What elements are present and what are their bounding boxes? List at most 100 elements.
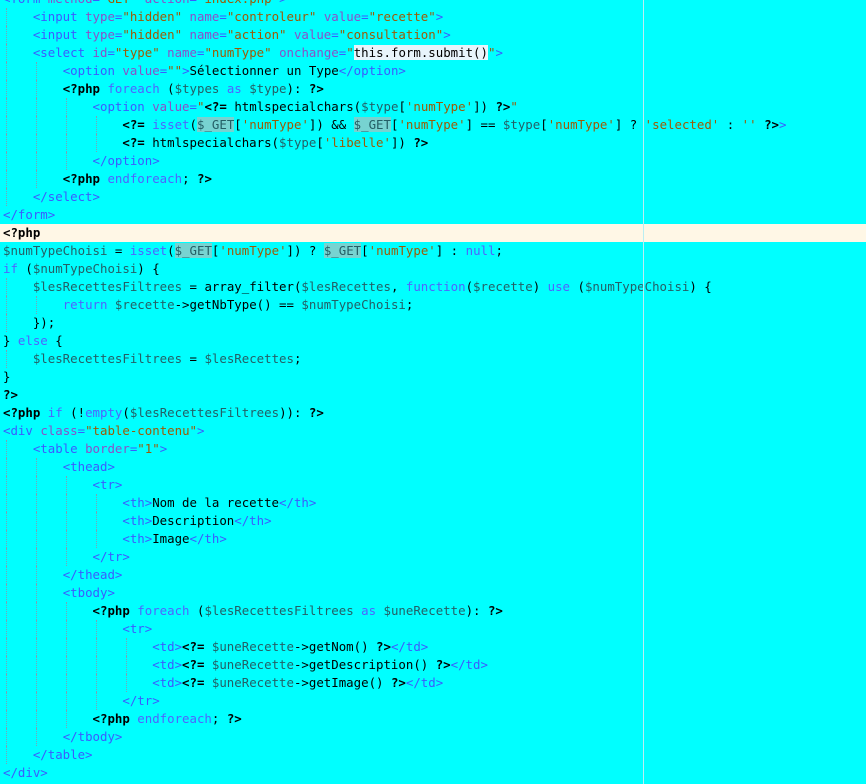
code-line[interactable]: } [0,368,866,386]
code-line[interactable]: <tr> [0,476,866,494]
code-line[interactable]: </div> [0,764,866,782]
code-line[interactable]: $numTypeChoisi = isset($_GET['numType'])… [0,242,866,260]
code-token: $numTypeChoisi [32,261,138,276]
code-editor[interactable]: <form method="GET" action="index.php"> <… [0,0,866,784]
indent-guide [6,80,7,98]
code-token: name [189,27,220,42]
code-line[interactable]: <td><?= $uneRecette->getImage() ?></td> [0,674,866,692]
code-token: null [465,243,496,258]
indent-guide [35,674,37,692]
code-token: [ [316,135,324,150]
indent-guide [65,134,67,152]
code-line[interactable]: </form> [0,206,866,224]
code-token: <?= [182,675,212,690]
code-line[interactable]: <th>Description</th> [0,512,866,530]
code-token: -> [293,639,309,654]
code-line[interactable]: <tr> [0,620,866,638]
indent-guide [6,530,7,548]
code-token: <?= [122,117,153,132]
code-line[interactable]: <option value= " <?= htmlspecialchars($typ… [0,98,866,116]
indent-guide [65,710,67,728]
indent-guide [35,170,37,188]
code-token: )): [279,405,309,420]
code-line[interactable]: </thead> [0,566,866,584]
code-token: $type [279,135,317,150]
code-token: Sélectionner un Type [189,63,339,78]
code-line[interactable]: if ($numTypeChoisi) { [0,260,866,278]
code-token: "GET" [100,0,145,6]
indent-guide [65,602,67,620]
code-token: = [107,243,130,258]
code-token: getNom [308,639,354,654]
indent-guide [6,638,7,656]
indent-guide [95,674,97,692]
code-line[interactable]: <input type="hidden" name="action" value… [0,26,866,44]
code-token: ): [286,81,309,96]
code-token: ?> [495,99,511,114]
indent-guide [6,152,7,170]
code-line[interactable]: <input type="hidden" name="controleur" v… [0,8,866,26]
code-line[interactable]: <option value="">Sélectionner un Type</o… [0,62,866,80]
code-line[interactable]: <form method="GET" action="index.php"> [0,0,866,8]
code-line[interactable]: $lesRecettesFiltrees = array_filter($les… [0,278,866,296]
code-token: : [719,117,742,132]
code-token: function [405,279,466,294]
code-token: > [197,423,205,438]
indent-guide [95,494,97,512]
code-line[interactable]: </tr> [0,548,866,566]
code-token: > [495,45,503,60]
code-token: <th> [122,531,153,546]
code-line[interactable]: <?php foreach ($lesRecettesFiltrees as $… [0,602,866,620]
code-line[interactable]: <table border="1"> [0,440,866,458]
code-line[interactable]: <?= isset($_GET['numType']) && $_GET['nu… [0,116,866,134]
code-line[interactable]: <tbody> [0,584,866,602]
code-line[interactable]: <?php if (!empty($lesRecettesFiltrees)):… [0,404,866,422]
code-line[interactable]: <?php endforeach; ?> [0,170,866,188]
code-token: ?> [308,81,324,96]
code-token: $_GET [323,243,362,258]
indent-guide [6,350,7,368]
code-token: $uneRecette [211,639,294,654]
code-token: $lesRecettesFiltrees [129,405,280,420]
code-area[interactable]: <form method="GET" action="index.php"> <… [0,0,866,782]
code-line[interactable]: $lesRecettesFiltrees = $lesRecettes; [0,350,866,368]
indent-guide [35,548,37,566]
code-line[interactable]: </tr> [0,692,866,710]
code-token: "consultation" [338,27,444,42]
code-token: else [17,333,56,348]
code-line[interactable]: </option> [0,152,866,170]
indent-guide [65,530,67,548]
code-token: ] == [465,117,503,132]
code-token: foreach [137,603,197,618]
code-line[interactable]: <select id="type" name="numType" onchang… [0,44,866,62]
code-line[interactable]: <?php foreach ($types as $type): ?> [0,80,866,98]
code-token: $types [174,81,227,96]
code-line[interactable]: ?> [0,386,866,404]
code-line[interactable]: <th>Image</th> [0,530,866,548]
indent-guide [6,26,7,44]
code-token: ]) ? [286,243,324,258]
code-line[interactable]: <td><?= $uneRecette->getDescription() ?>… [0,656,866,674]
indent-guide [6,602,7,620]
code-line[interactable]: <?= htmlspecialchars($type['libelle']) ?… [0,134,866,152]
code-token: ?> [376,639,391,654]
code-line-current[interactable]: <?php [0,224,866,242]
code-line[interactable]: <?php endforeach; ?> [0,710,866,728]
code-line[interactable]: return $recette->getNbType() == $numType… [0,296,866,314]
code-token: endforeach [107,171,183,186]
code-line[interactable]: } else { [0,332,866,350]
code-line[interactable]: <thead> [0,458,866,476]
code-line[interactable]: </tbody> [0,728,866,746]
code-token: -> [293,657,309,672]
code-line[interactable]: <td><?= $uneRecette->getNom() ?></td> [0,638,866,656]
code-token: htmlspecialchars( [234,99,362,114]
code-line[interactable]: </table> [0,746,866,764]
code-token: htmlspecialchars( [152,135,280,150]
code-line[interactable]: <th>Nom de la recette</th> [0,494,866,512]
code-token: use [547,279,578,294]
code-line[interactable]: }); [0,314,866,332]
code-line[interactable]: <div class="table-contenu"> [0,422,866,440]
code-token: "action" [226,27,294,42]
code-line[interactable]: </select> [0,188,866,206]
code-token: <td> [152,639,183,654]
